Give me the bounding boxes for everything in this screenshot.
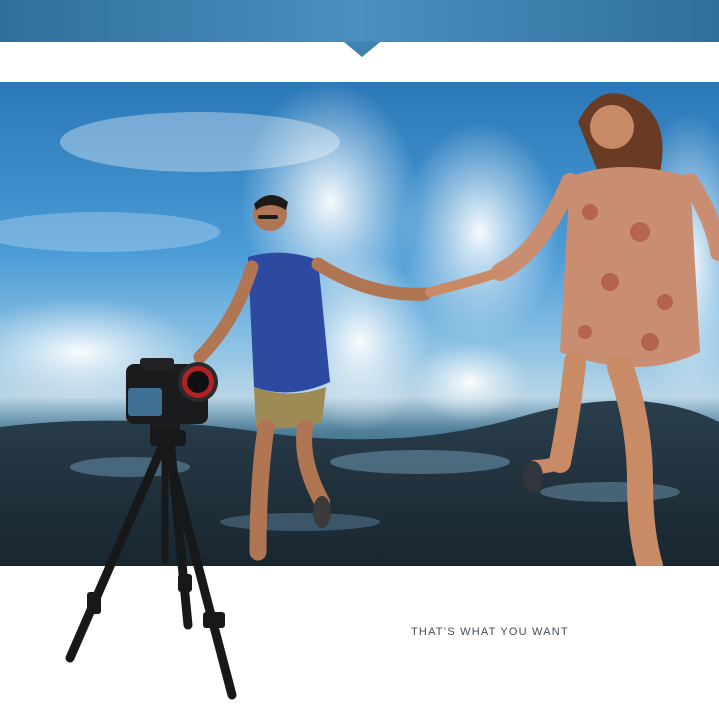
tripod (65, 430, 237, 700)
tagline-text: THAT’S WHAT YOU WANT (411, 626, 569, 638)
